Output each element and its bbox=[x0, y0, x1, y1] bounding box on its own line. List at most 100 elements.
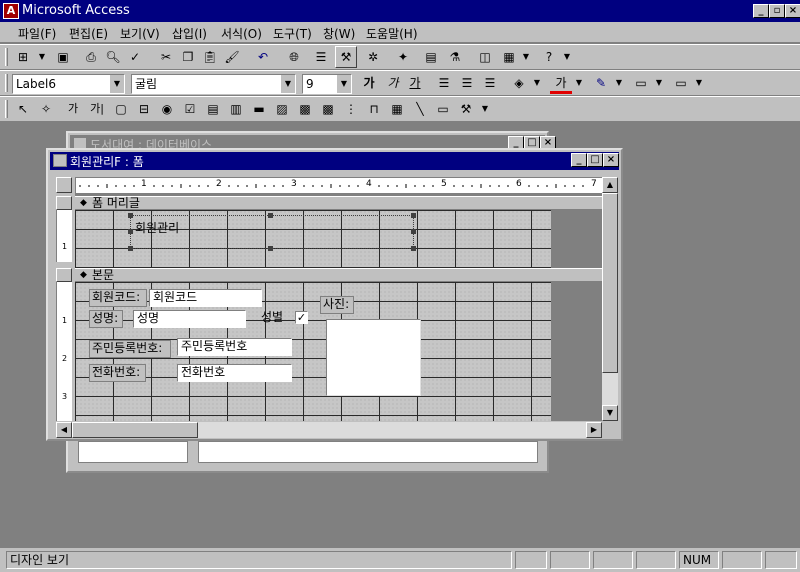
menu-insert[interactable]: 삽입(I) bbox=[172, 25, 207, 42]
select-objects-icon[interactable]: ↖ bbox=[12, 98, 34, 120]
align-left-icon[interactable]: ☰ bbox=[433, 72, 455, 94]
resize-handle[interactable] bbox=[128, 229, 133, 234]
database-object-list[interactable] bbox=[78, 441, 188, 463]
properties-icon[interactable]: ▤ bbox=[420, 46, 442, 68]
resident-number-label[interactable]: 주민등록번호: bbox=[89, 340, 171, 358]
fill-color-dropdown-icon[interactable]: ▼ bbox=[526, 72, 548, 94]
resize-handle[interactable] bbox=[411, 229, 416, 234]
header-title-label[interactable]: 회원관리 bbox=[130, 215, 414, 249]
scroll-down-icon[interactable]: ▼ bbox=[602, 405, 618, 421]
vertical-scroll-thumb[interactable] bbox=[602, 193, 618, 373]
line-width-dropdown-icon[interactable]: ▼ bbox=[648, 72, 670, 94]
scroll-left-icon[interactable]: ◀ bbox=[56, 422, 72, 438]
database-object-pane[interactable] bbox=[198, 441, 538, 463]
form-window-title-bar[interactable]: 회원관리F : 폼 _ □ × bbox=[50, 152, 619, 170]
align-right-icon[interactable]: ☰ bbox=[479, 72, 501, 94]
horizontal-scroll-thumb[interactable] bbox=[72, 422, 198, 438]
line-color-dropdown-icon[interactable]: ▼ bbox=[608, 72, 630, 94]
detail-section-selector[interactable] bbox=[56, 268, 72, 282]
bound-object-frame-icon[interactable]: ▩ bbox=[317, 98, 339, 120]
image-icon[interactable]: ▨ bbox=[271, 98, 293, 120]
new-object-dropdown-icon[interactable]: ▼ bbox=[515, 46, 537, 68]
toolbar-grip[interactable] bbox=[5, 48, 8, 66]
resize-handle[interactable] bbox=[268, 246, 273, 251]
gender-label[interactable]: 성별 bbox=[259, 310, 289, 328]
form-minimize-button[interactable]: _ bbox=[571, 153, 587, 167]
object-select[interactable]: Label6 ▼ bbox=[12, 74, 125, 94]
resize-handle[interactable] bbox=[268, 213, 273, 218]
scroll-right-icon[interactable]: ▶ bbox=[586, 422, 602, 438]
spelling-icon[interactable]: ✓ bbox=[124, 46, 146, 68]
photo-frame[interactable] bbox=[326, 319, 421, 396]
resident-number-field[interactable]: 주민등록번호 bbox=[177, 338, 292, 356]
menu-file[interactable]: 파일(F) bbox=[18, 25, 56, 42]
resize-handle[interactable] bbox=[128, 246, 133, 251]
form-header-section[interactable]: 회원관리 bbox=[75, 210, 551, 268]
phone-label[interactable]: 전화번호: bbox=[89, 364, 146, 382]
vertical-scrollbar[interactable]: ▲ ▼ bbox=[602, 177, 618, 421]
font-size-select[interactable]: 9 ▼ bbox=[302, 74, 352, 94]
app-title-bar[interactable]: A Microsoft Access _ ▫ × bbox=[0, 0, 800, 22]
code-icon[interactable]: ✦ bbox=[392, 46, 414, 68]
detail-header-bar[interactable]: ◆ 본문 bbox=[75, 268, 602, 282]
print-icon[interactable]: ⎙ bbox=[80, 46, 102, 68]
command-button-icon[interactable]: ▬ bbox=[248, 98, 270, 120]
phone-field[interactable]: 전화번호 bbox=[177, 364, 292, 382]
subform-icon[interactable]: ▦ bbox=[386, 98, 408, 120]
help-dropdown-icon[interactable]: ▼ bbox=[556, 46, 578, 68]
resize-handle[interactable] bbox=[411, 213, 416, 218]
align-center-icon[interactable]: ☰ bbox=[456, 72, 478, 94]
save-icon[interactable]: ▣ bbox=[52, 46, 74, 68]
toolbox-icon[interactable]: ⚒ bbox=[335, 46, 357, 68]
horizontal-scrollbar[interactable]: ◀ ▶ bbox=[56, 422, 602, 438]
menu-help[interactable]: 도움말(H) bbox=[366, 25, 418, 42]
build-icon[interactable]: ⚗ bbox=[444, 46, 466, 68]
autoformat-icon[interactable]: ✲ bbox=[362, 46, 384, 68]
member-code-label[interactable]: 회원코드: bbox=[89, 289, 147, 307]
form-design-window[interactable]: 회원관리F : 폼 _ □ × 1 2 3 4 5 6 7 ▲ ▼ 1 1 2 … bbox=[46, 148, 623, 441]
menu-window[interactable]: 창(W) bbox=[323, 25, 355, 42]
close-button[interactable]: × bbox=[785, 4, 800, 18]
font-name-select[interactable]: 굴림 ▼ bbox=[131, 74, 296, 94]
form-close-button[interactable]: × bbox=[603, 153, 619, 167]
label-tool-button[interactable]: 가 bbox=[62, 98, 84, 120]
option-button-icon[interactable]: ◉ bbox=[156, 98, 178, 120]
toolbar-grip[interactable] bbox=[5, 74, 8, 92]
rectangle-tool-icon[interactable]: ▭ bbox=[432, 98, 454, 120]
detail-section[interactable]: 회원코드: 회원코드 성명: 성명 성별 ✓ 사진: 주민등록번호: 주민등록번… bbox=[75, 282, 551, 421]
vertical-ruler[interactable]: 1 1 2 3 bbox=[56, 193, 72, 421]
hyperlink-icon[interactable]: 🌐︎ bbox=[283, 46, 305, 68]
bold-button[interactable]: 가 bbox=[358, 72, 380, 94]
toolbox-options-dropdown-icon[interactable]: ▼ bbox=[474, 98, 496, 120]
format-painter-icon[interactable]: 🖌︎ bbox=[221, 46, 243, 68]
chevron-down-icon[interactable]: ▼ bbox=[336, 75, 351, 93]
form-header-bar[interactable]: ◆ 폼 머리글 bbox=[75, 196, 602, 210]
font-color-dropdown-icon[interactable]: ▼ bbox=[568, 72, 590, 94]
resize-handle[interactable] bbox=[128, 213, 133, 218]
view-dropdown-icon[interactable]: ▼ bbox=[31, 46, 53, 68]
chevron-down-icon[interactable]: ▼ bbox=[109, 75, 124, 93]
form-canvas[interactable]: ◆ 폼 머리글 회원관리 ◆ 본문 회원코드: 회원코드 성명: 성명 성별 ✓… bbox=[75, 193, 602, 421]
form-selector[interactable] bbox=[56, 177, 72, 193]
photo-label[interactable]: 사진: bbox=[320, 296, 354, 314]
print-preview-icon[interactable]: 🔍︎ bbox=[102, 46, 124, 68]
copy-icon[interactable]: ❐ bbox=[177, 46, 199, 68]
toolbar-grip[interactable] bbox=[5, 100, 8, 118]
toggle-button-icon[interactable]: ⊟ bbox=[133, 98, 155, 120]
check-box-icon[interactable]: ☑ bbox=[179, 98, 201, 120]
name-label[interactable]: 성명: bbox=[89, 310, 123, 328]
tab-control-icon[interactable]: ⊓ bbox=[363, 98, 385, 120]
header-section-selector[interactable] bbox=[56, 196, 72, 210]
database-window-icon[interactable]: ◫ bbox=[474, 46, 496, 68]
menu-edit[interactable]: 편집(E) bbox=[69, 25, 108, 42]
list-box-icon[interactable]: ▥ bbox=[225, 98, 247, 120]
option-group-icon[interactable]: ▢ bbox=[110, 98, 132, 120]
paste-icon[interactable]: 📋︎ bbox=[199, 46, 221, 68]
menu-format[interactable]: 서식(O) bbox=[221, 25, 262, 42]
control-wizards-icon[interactable]: ✧ bbox=[35, 98, 57, 120]
horizontal-ruler[interactable]: 1 2 3 4 5 6 7 bbox=[75, 177, 602, 193]
name-field[interactable]: 성명 bbox=[133, 310, 246, 328]
chevron-down-icon[interactable]: ▼ bbox=[280, 75, 295, 93]
minimize-button[interactable]: _ bbox=[753, 4, 769, 18]
italic-button[interactable]: 가 bbox=[382, 72, 404, 94]
